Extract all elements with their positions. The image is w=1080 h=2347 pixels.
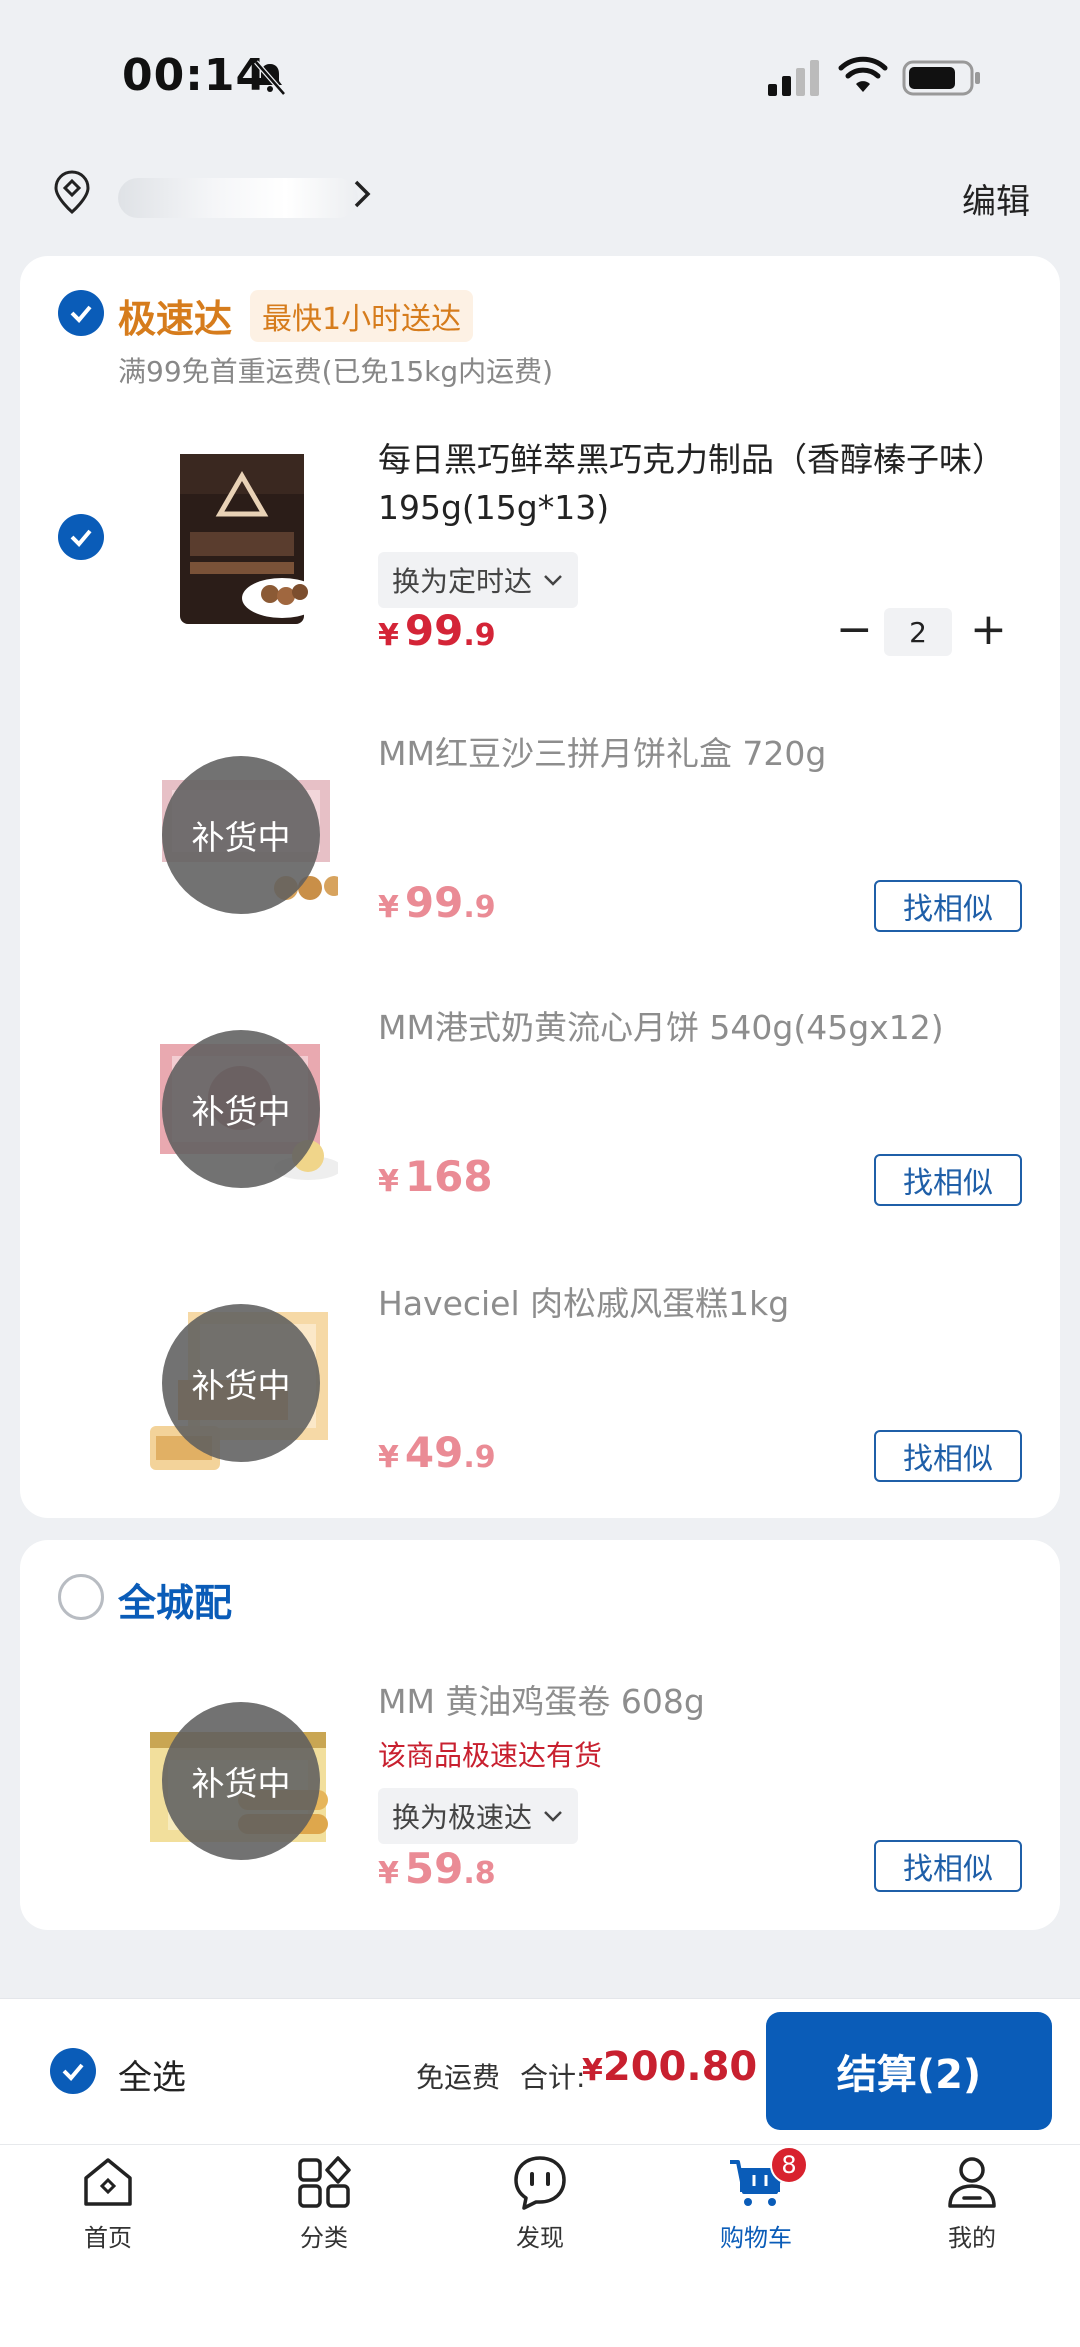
edit-button[interactable]: 编辑 bbox=[962, 174, 1030, 223]
price-integer: 59 bbox=[404, 1844, 464, 1893]
chevron-down-icon bbox=[544, 575, 562, 586]
chevron-down-icon bbox=[544, 1811, 562, 1822]
tab-label: 我的 bbox=[948, 2224, 996, 2252]
check-icon bbox=[62, 2063, 84, 2081]
find-similar-button[interactable]: 找相似 bbox=[874, 1154, 1022, 1206]
tab-label: 购物车 bbox=[720, 2224, 792, 2252]
price-integer: 49 bbox=[404, 1428, 464, 1477]
price-decimal: .9 bbox=[463, 890, 496, 925]
total-value: 200.80 bbox=[602, 2044, 758, 2090]
home-icon bbox=[84, 2158, 132, 2206]
status-time: 00:14 bbox=[122, 50, 268, 101]
price-decimal: .9 bbox=[463, 1440, 496, 1475]
product-price: ¥ 49 .9 bbox=[378, 1428, 496, 1477]
price-integer: 99 bbox=[404, 606, 464, 655]
product-price: ¥ 168 bbox=[378, 1152, 493, 1201]
product-price: ¥ 99 .9 bbox=[378, 606, 496, 655]
bell-muted-icon bbox=[254, 60, 286, 96]
find-similar-button[interactable]: 找相似 bbox=[874, 1430, 1022, 1482]
express-select-checkbox[interactable] bbox=[58, 290, 104, 336]
restock-overlay: 补货中 bbox=[162, 1030, 320, 1188]
product-name[interactable]: Haveciel 肉松戚风蛋糕1kg bbox=[378, 1280, 1080, 1328]
discover-icon bbox=[514, 2156, 566, 2210]
price-integer: 99 bbox=[404, 878, 464, 927]
total-label: 合计: bbox=[520, 2061, 586, 2094]
cart-count-badge: 8 bbox=[770, 2146, 808, 2184]
checkout-button[interactable]: 结算(2) bbox=[766, 2012, 1052, 2130]
switch-delivery-button[interactable]: 换为定时达 bbox=[378, 552, 579, 608]
find-similar-button[interactable]: 找相似 bbox=[874, 1840, 1022, 1892]
quantity-value[interactable]: 2 bbox=[884, 608, 952, 656]
currency-symbol: ¥ bbox=[378, 618, 399, 653]
quantity-increase-button[interactable]: + bbox=[970, 608, 1007, 652]
tab-home[interactable]: 首页 bbox=[38, 2152, 178, 2272]
currency-symbol: ¥ bbox=[378, 1440, 399, 1475]
express-shipping-note: 满99免首重运费(已免15kg内运费) bbox=[118, 355, 554, 388]
currency-symbol: ¥ bbox=[378, 890, 399, 925]
price-decimal: .9 bbox=[463, 618, 496, 653]
restock-overlay: 补货中 bbox=[162, 756, 320, 914]
tab-label: 首页 bbox=[84, 2224, 132, 2252]
product-price: ¥ 59 .8 bbox=[378, 1844, 496, 1893]
product-name[interactable]: MM红豆沙三拼月饼礼盒 720g bbox=[378, 730, 1080, 778]
battery-icon bbox=[902, 60, 980, 96]
switch-delivery-button[interactable]: 换为极速达 bbox=[378, 1788, 579, 1844]
category-icon bbox=[298, 2156, 351, 2208]
tab-label: 发现 bbox=[516, 2224, 564, 2252]
price-integer: 168 bbox=[404, 1152, 493, 1201]
profile-icon bbox=[948, 2157, 996, 2208]
chevron-right-icon[interactable] bbox=[350, 176, 374, 212]
express-badge: 最快1小时送达 bbox=[250, 290, 474, 342]
citywide-title: 全城配 bbox=[118, 1581, 233, 1625]
product-price: ¥ 99 .9 bbox=[378, 878, 496, 927]
check-icon bbox=[70, 305, 92, 323]
switch-delivery-label: 换为极速达 bbox=[392, 1801, 533, 1834]
address-text[interactable] bbox=[118, 178, 358, 218]
product-image-chocolate[interactable] bbox=[152, 448, 332, 628]
signal-icon bbox=[768, 60, 819, 96]
select-all-checkbox[interactable] bbox=[50, 2048, 96, 2094]
restock-overlay: 补货中 bbox=[162, 1304, 320, 1462]
total-amount: ¥200.80 bbox=[582, 2044, 757, 2090]
free-shipping-label: 免运费 bbox=[416, 2061, 501, 2094]
tab-discover[interactable]: 发现 bbox=[470, 2152, 610, 2272]
switch-delivery-label: 换为定时达 bbox=[392, 565, 533, 598]
check-icon bbox=[70, 529, 92, 547]
stock-note: 该商品极速达有货 bbox=[378, 1739, 603, 1772]
location-pin-icon[interactable] bbox=[50, 168, 94, 216]
wifi-icon bbox=[838, 56, 888, 92]
item-select-checkbox[interactable] bbox=[58, 514, 104, 560]
price-decimal: .8 bbox=[463, 1856, 496, 1891]
quantity-decrease-button[interactable]: − bbox=[836, 608, 873, 652]
tab-category[interactable]: 分类 bbox=[254, 2152, 394, 2272]
tab-label: 分类 bbox=[300, 2224, 348, 2252]
express-title: 极速达 bbox=[118, 297, 233, 341]
select-all-label[interactable]: 全选 bbox=[118, 2050, 186, 2099]
product-name[interactable]: 每日黑巧鲜萃黑巧克力制品（香醇榛子味） 195g(15g*13) bbox=[378, 436, 1080, 532]
product-name[interactable]: MM 黄油鸡蛋卷 608g bbox=[378, 1678, 1080, 1726]
find-similar-button[interactable]: 找相似 bbox=[874, 880, 1022, 932]
currency-symbol: ¥ bbox=[378, 1164, 399, 1199]
tab-profile[interactable]: 我的 bbox=[902, 2152, 1042, 2272]
product-name[interactable]: MM港式奶黄流心月饼 540g(45gx12) bbox=[378, 1004, 1080, 1052]
currency-symbol: ¥ bbox=[378, 1856, 399, 1891]
citywide-select-checkbox[interactable] bbox=[58, 1574, 104, 1620]
restock-overlay: 补货中 bbox=[162, 1702, 320, 1860]
total-currency: ¥ bbox=[582, 2053, 603, 2088]
